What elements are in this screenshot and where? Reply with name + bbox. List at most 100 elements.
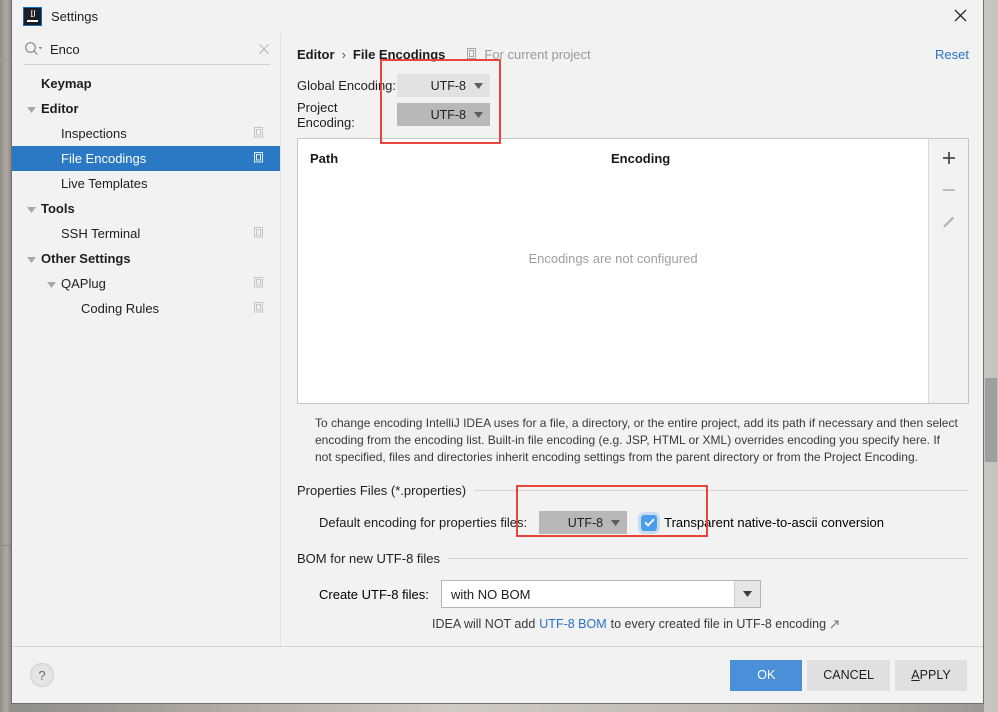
project-encoding-label: Project Encoding: [297,99,355,130]
background-line [0,545,11,546]
chevron-down-icon [474,82,483,89]
search-underline [24,64,270,65]
bom-hint: IDEA will NOT add UTF-8 BOM to every cre… [297,617,969,631]
breadcrumb-parent[interactable]: Editor [297,47,335,62]
sidebar-item-other-settings[interactable]: Other Settings [12,246,280,271]
intellij-idea-logo-icon [24,7,41,25]
sidebar-item-label: SSH Terminal [61,226,141,241]
settings-dialog: Settings Enco [11,0,984,704]
remove-encoding-button[interactable] [936,177,962,203]
table-toolbar [928,139,968,403]
reset-link[interactable]: Reset [935,47,969,62]
chevron-down-icon[interactable] [46,278,57,289]
pencil-icon [943,216,955,228]
sidebar-item-label: Tools [41,201,75,216]
properties-section-title: Properties Files (*.properties) [297,483,467,498]
properties-encoding-combo[interactable]: UTF-8 [539,511,628,534]
table-header-row: Path Encoding [298,139,928,166]
chevron-down-icon[interactable] [26,203,37,214]
sidebar-item-label: File Encodings [61,151,147,166]
external-link-icon [830,620,839,628]
sidebar-item-inspections[interactable]: Inspections [12,121,280,146]
section-divider [448,558,969,559]
copy-icon[interactable] [254,277,266,289]
bom-section-header: BOM for new UTF-8 files [297,551,969,566]
close-icon [954,9,966,22]
title-bar: Settings [12,0,983,33]
project-encoding-row: Project Encoding: UTF-8 [297,99,969,130]
column-header-encoding[interactable]: Encoding [611,151,670,166]
search-icon [25,42,42,56]
window-scrollbar[interactable] [984,0,998,712]
background-line [0,60,11,61]
chevron-down-icon[interactable] [26,103,37,114]
copy-icon[interactable] [254,227,266,239]
cancel-button[interactable]: CANCEL [807,659,890,691]
module-icon [467,48,477,59]
checkbox-box[interactable] [641,514,658,531]
encodings-table: Path Encoding Encodings are not configur… [297,138,969,404]
copy-icon[interactable] [254,302,266,314]
breadcrumb-separator: › [341,46,346,62]
plus-icon [942,152,955,164]
sidebar-item-file-encodings[interactable]: File Encodings [12,146,280,171]
encodings-table-body[interactable]: Path Encoding Encodings are not configur… [298,139,928,403]
properties-encoding-label: Default encoding for properties files: [319,515,528,530]
sidebar-item-qaplug[interactable]: QAPlug [12,271,280,296]
close-button[interactable] [937,0,983,31]
apply-button[interactable]: A PPLY [895,659,967,691]
global-encoding-row: Global Encoding: UTF-8 [297,71,969,100]
sidebar-item-label: Inspections [61,126,127,141]
window-title: Settings [51,8,98,24]
select-arrow-button[interactable] [734,581,760,607]
file-encodings-panel: Editor › File Encodings For current proj… [281,33,983,646]
sidebar-item-editor[interactable]: Editor [12,96,280,121]
sidebar-item-label: QAPlug [61,276,106,291]
minus-icon [942,189,955,191]
bom-hint-prefix: IDEA will NOT add [432,617,536,631]
sidebar-item-coding-rules[interactable]: Coding Rules [12,296,280,321]
sidebar-item-label: Live Templates [61,176,148,191]
native-to-ascii-label: Transparent native-to-ascii conversion [664,515,885,530]
apply-mnemonic: A [911,668,920,682]
native-to-ascii-checkbox[interactable]: Transparent native-to-ascii conversion [641,514,885,531]
footer-buttons: OK CANCEL A PPLY [730,659,967,691]
column-header-path[interactable]: Path [298,151,611,166]
properties-encoding-value: UTF-8 [567,515,604,530]
breadcrumb: Editor › File Encodings For current proj… [297,33,969,71]
sidebar-item-ssh-terminal[interactable]: SSH Terminal [12,221,280,246]
chevron-down-icon [611,519,621,526]
bom-hint-link[interactable]: UTF-8 BOM [539,617,606,631]
add-encoding-button[interactable] [936,145,962,171]
edit-encoding-button[interactable] [936,209,962,235]
desktop-background-left [0,0,11,712]
check-icon [643,518,655,527]
create-utf8-value: with NO BOM [451,586,531,602]
dialog-footer: ? OK CANCEL A PPLY [12,646,983,703]
search-field[interactable]: Enco [12,33,280,65]
scope-note-label: For current project [484,46,591,62]
chevron-down-icon [743,591,752,597]
sidebar-item-keymap[interactable]: Keymap [12,71,280,96]
sidebar-item-live-templates[interactable]: Live Templates [12,171,280,196]
copy-icon[interactable] [254,127,266,139]
sidebar-item-tools[interactable]: Tools [12,196,280,221]
sidebar-item-label: Keymap [41,76,92,91]
encodings-description: To change encoding IntelliJ IDEA uses fo… [315,416,958,464]
screen: Settings Enco [0,0,998,712]
sidebar-item-label: Coding Rules [81,301,160,316]
global-encoding-combo[interactable]: UTF-8 [397,74,490,97]
project-encoding-combo[interactable]: UTF-8 [397,103,490,126]
breadcrumb-current: File Encodings [352,46,446,62]
ok-button[interactable]: OK [730,659,803,691]
apply-label-rest: PPLY [919,668,951,682]
create-utf8-select[interactable]: with NO BOM [441,580,761,608]
help-button[interactable]: ? [30,663,54,687]
copy-icon[interactable] [254,152,266,164]
properties-section-header: Properties Files (*.properties) [297,483,969,498]
create-utf8-label: Create UTF-8 files: [319,586,429,602]
clear-search-icon[interactable] [256,41,272,57]
chevron-down-icon[interactable] [26,253,37,264]
scrollbar-thumb[interactable] [985,378,997,462]
search-input[interactable]: Enco [50,42,256,57]
